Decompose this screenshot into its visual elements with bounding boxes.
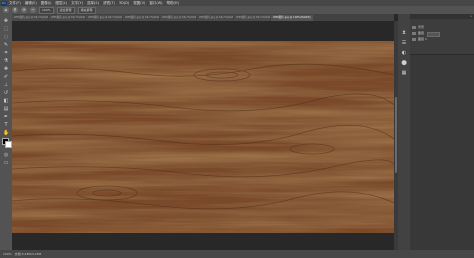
menu-3d[interactable]: 3D(D)	[119, 1, 129, 5]
layer-row[interactable]: 背景	[412, 25, 472, 30]
collapse-panels-button[interactable]: »	[470, 14, 472, 19]
fill-screen-button[interactable]: 填充屏幕	[78, 7, 96, 14]
scrollbar-thumb[interactable]	[395, 97, 397, 173]
eyedropper-tool-icon[interactable]: ⚗	[3, 58, 9, 64]
healing-tool-icon[interactable]: ✚	[3, 66, 9, 72]
zoom-out-icon[interactable]: −	[30, 7, 36, 13]
pen-tool-icon[interactable]: ✒	[3, 114, 9, 120]
history-brush-icon[interactable]: ↺	[3, 90, 9, 96]
crop-tool-icon[interactable]: ⌗	[3, 50, 9, 56]
history-panel-icon[interactable]: ⧗	[401, 30, 407, 36]
menu-type[interactable]: 文字(Y)	[71, 1, 83, 6]
marquee-tool-icon[interactable]: ⬚	[3, 26, 9, 32]
adjustments-panel-icon[interactable]: ◐	[401, 50, 407, 56]
menu-window[interactable]: 窗口(W)	[149, 1, 162, 6]
type-tool-icon[interactable]: T	[3, 122, 9, 128]
photoshop-logo: Ps	[1, 1, 7, 6]
tools-panel: ✥ ⬚ ◌ ✎ ⌗ ⚗ ✚ ✐ ⊥ ↺ ◧ ▤ ✒ T ✋ ◎ ▭	[0, 14, 12, 250]
layer-thumbnail-icon	[412, 32, 416, 35]
layer-label: 背景	[418, 25, 424, 29]
move-tool-icon[interactable]: ✥	[3, 18, 9, 24]
panel-header: »	[410, 14, 474, 19]
menu-select[interactable]: 选择(S)	[87, 1, 99, 6]
status-bar: 100% 文档:3.23M/3.23M	[0, 250, 474, 258]
hand-tool-icon[interactable]: ✋	[3, 130, 9, 136]
fit-screen-button[interactable]: 适合屏幕	[57, 7, 75, 14]
screen-mode-icon[interactable]: ▭	[3, 160, 9, 166]
document-tab-bar: WPS图片.jpg @ 66.7%(RGB... WPS图片.jpg @ 66.…	[12, 14, 394, 21]
layer-thumbnail-icon	[412, 38, 416, 41]
layer-row[interactable]: 图层	[412, 31, 472, 36]
zoom-percent-button[interactable]: 100%	[39, 7, 54, 14]
properties-panel-icon[interactable]: ☰	[401, 40, 407, 46]
menu-file[interactable]: 文件(F)	[9, 1, 21, 6]
color-panel-icon[interactable]: ⬤	[401, 60, 407, 66]
menu-layer[interactable]: 图层(L)	[55, 1, 67, 6]
eraser-tool-icon[interactable]: ◧	[3, 98, 9, 104]
layer-row[interactable]: 图层 1	[412, 37, 472, 42]
layer-label: 图层 1	[418, 37, 427, 41]
layers-panel: » 背景 图层 图层 1	[410, 14, 474, 250]
menu-filter[interactable]: 滤镜(T)	[103, 1, 115, 6]
wood-grain-graphic	[12, 41, 394, 233]
layer-thumbnail-icon	[412, 26, 416, 29]
menu-view[interactable]: 视图(V)	[133, 1, 145, 6]
layer-label: 图层	[418, 31, 424, 35]
zoom-tool-icon[interactable]: ⚲	[12, 7, 18, 13]
status-zoom[interactable]: 100%	[3, 252, 12, 256]
panel-icon-strip: ⧗ ☰ ◐ ⬤ ▦	[398, 14, 410, 250]
menu-image[interactable]: 图像(I)	[41, 1, 52, 6]
stamp-tool-icon[interactable]: ⊥	[3, 82, 9, 88]
gradient-tool-icon[interactable]: ▤	[3, 106, 9, 112]
menu-edit[interactable]: 编辑(E)	[25, 1, 37, 6]
swatches-panel-icon[interactable]: ▦	[401, 70, 407, 76]
quick-select-tool-icon[interactable]: ✎	[3, 42, 9, 48]
wood-texture-image[interactable]	[12, 41, 394, 233]
menu-help[interactable]: 帮助(H)	[167, 1, 179, 6]
background-color-swatch[interactable]	[5, 141, 12, 148]
brush-tool-icon[interactable]: ✐	[3, 74, 9, 80]
quick-mask-icon[interactable]: ◎	[3, 152, 9, 158]
panel-body	[410, 54, 474, 251]
lasso-tool-icon[interactable]: ◌	[3, 34, 9, 40]
zoom-in-icon[interactable]: +	[21, 7, 27, 13]
options-bar: ⌂ ⚲ + − 100% 适合屏幕 填充屏幕	[0, 6, 474, 14]
home-icon[interactable]: ⌂	[3, 7, 9, 13]
status-doc-info[interactable]: 文档:3.23M/3.23M	[15, 252, 42, 256]
